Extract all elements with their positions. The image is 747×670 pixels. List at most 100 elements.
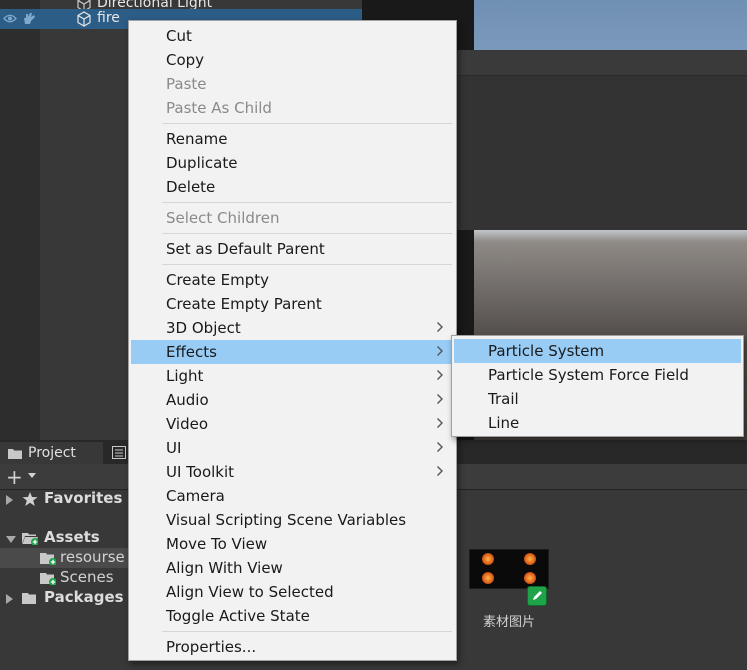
menu-item-label: Camera [166,487,225,505]
menu-item-visual-scripting[interactable]: Visual Scripting Scene Variables [131,508,454,532]
fire-sprite-4 [524,572,536,584]
chevron-right-icon [437,394,443,404]
chevron-down-icon[interactable] [6,536,16,543]
menu-item-duplicate[interactable]: Duplicate [131,151,454,175]
menu-item-label: UI Toolkit [166,463,235,481]
menu-item-label: Line [488,414,520,432]
project-breadcrumb-bar [456,50,747,76]
menu-item-label: Copy [166,51,205,69]
star-icon [22,492,38,506]
menu-item-ui[interactable]: UI [131,436,454,460]
menu-item-label: Cut [166,27,192,45]
menu-item-video[interactable]: Video [131,412,454,436]
tree-item-scenes[interactable]: Scenes [0,568,128,588]
project-asset-grid [456,50,747,230]
menu-item-label: Create Empty [166,271,269,289]
effects-submenu: Particle System Particle System Force Fi… [451,335,744,437]
folder-open-icon [22,533,38,545]
asset-thumbnail[interactable] [469,549,549,589]
chevron-right-icon [437,442,443,452]
tab-project[interactable]: Project [0,442,103,464]
menu-item-camera[interactable]: Camera [131,484,454,508]
submenu-item-particle-system[interactable]: Particle System [454,339,741,363]
menu-item-audio[interactable]: Audio [131,388,454,412]
pickable-hand-icon[interactable] [22,12,36,25]
gameobject-icon [77,11,91,27]
console-icon[interactable] [112,446,126,459]
menu-item-label: Toggle Active State [166,607,310,625]
tree-item-label: Favorites [44,489,123,507]
menu-item-align-with-view[interactable]: Align With View [131,556,454,580]
menu-item-move-to-view[interactable]: Move To View [131,532,454,556]
tree-item-resourse[interactable]: resourse [0,548,128,568]
folder-icon [40,553,56,565]
visibility-eye-icon[interactable] [3,13,17,24]
chevron-right-icon[interactable] [6,594,13,604]
menu-item-label: Set as Default Parent [166,240,325,258]
fire-sprite-1 [482,553,494,565]
submenu-item-particle-force-field[interactable]: Particle System Force Field [454,363,741,387]
menu-item-set-default-parent[interactable]: Set as Default Parent [131,237,454,261]
menu-item-label: Trail [488,390,519,408]
menu-item-delete[interactable]: Delete [131,175,454,199]
menu-separator [162,202,452,203]
chevron-down-icon[interactable] [28,473,36,478]
menu-item-align-view-to-selected[interactable]: Align View to Selected [131,580,454,604]
context-menu: Cut Copy Paste Paste As Child Rename Dup… [128,20,457,661]
menu-item-properties[interactable]: Properties... [131,635,454,659]
folder-icon [8,448,22,459]
menu-item-label: Rename [166,130,228,148]
menu-separator [162,233,452,234]
menu-item-label: Video [166,415,209,433]
menu-item-label: Properties... [166,638,257,656]
chevron-right-icon [437,370,443,380]
chevron-right-icon [437,346,443,356]
menu-item-label: Particle System [488,342,605,360]
menu-item-3d-object[interactable]: 3D Object [131,316,454,340]
menu-item-label: Move To View [166,535,268,553]
folder-icon [40,573,56,585]
menu-item-label: Audio [166,391,209,409]
collab-badge-icon [527,586,547,606]
asset-label: 素材图片 [483,615,536,630]
menu-item-label: Delete [166,178,216,196]
menu-item-rename[interactable]: Rename [131,127,454,151]
add-asset-button[interactable]: + [6,467,23,487]
tree-item-favorites[interactable]: Favorites [0,489,128,509]
menu-item-label: Light [166,367,204,385]
tree-item-label: resourse [60,548,125,566]
submenu-item-trail[interactable]: Trail [454,387,741,411]
hierarchy-visibility-gutter [0,0,40,440]
menu-separator [162,123,452,124]
menu-item-select-children: Select Children [131,206,454,230]
menu-item-cut[interactable]: Cut [131,24,454,48]
submenu-item-line[interactable]: Line [454,411,741,435]
menu-item-label: Paste As Child [166,99,272,117]
menu-item-label: Create Empty Parent [166,295,322,313]
menu-item-effects[interactable]: Effects [131,340,454,364]
menu-item-ui-toolkit[interactable]: UI Toolkit [131,460,454,484]
menu-item-label: Select Children [166,209,280,227]
menu-separator [162,631,452,632]
menu-item-paste-as-child: Paste As Child [131,96,454,120]
menu-item-toggle-active[interactable]: Toggle Active State [131,604,454,628]
tree-item-label: Packages [44,588,124,606]
menu-item-label: UI [166,439,182,457]
menu-item-create-empty-parent[interactable]: Create Empty Parent [131,292,454,316]
menu-item-label: Particle System Force Field [488,366,689,384]
menu-item-label: 3D Object [166,319,241,337]
menu-item-light[interactable]: Light [131,364,454,388]
chevron-right-icon[interactable] [6,495,13,505]
menu-separator [162,264,452,265]
chevron-right-icon [437,466,443,476]
chevron-right-icon [437,322,443,332]
tab-project-label: Project [28,445,76,461]
chevron-right-icon [437,418,443,428]
menu-item-copy[interactable]: Copy [131,48,454,72]
menu-item-label: Visual Scripting Scene Variables [166,511,407,529]
fire-sprite-3 [482,572,494,584]
menu-item-create-empty[interactable]: Create Empty [131,268,454,292]
menu-item-label: Paste [166,75,207,93]
tree-item-assets[interactable]: Assets [0,528,128,548]
tree-item-packages[interactable]: Packages [0,588,128,608]
